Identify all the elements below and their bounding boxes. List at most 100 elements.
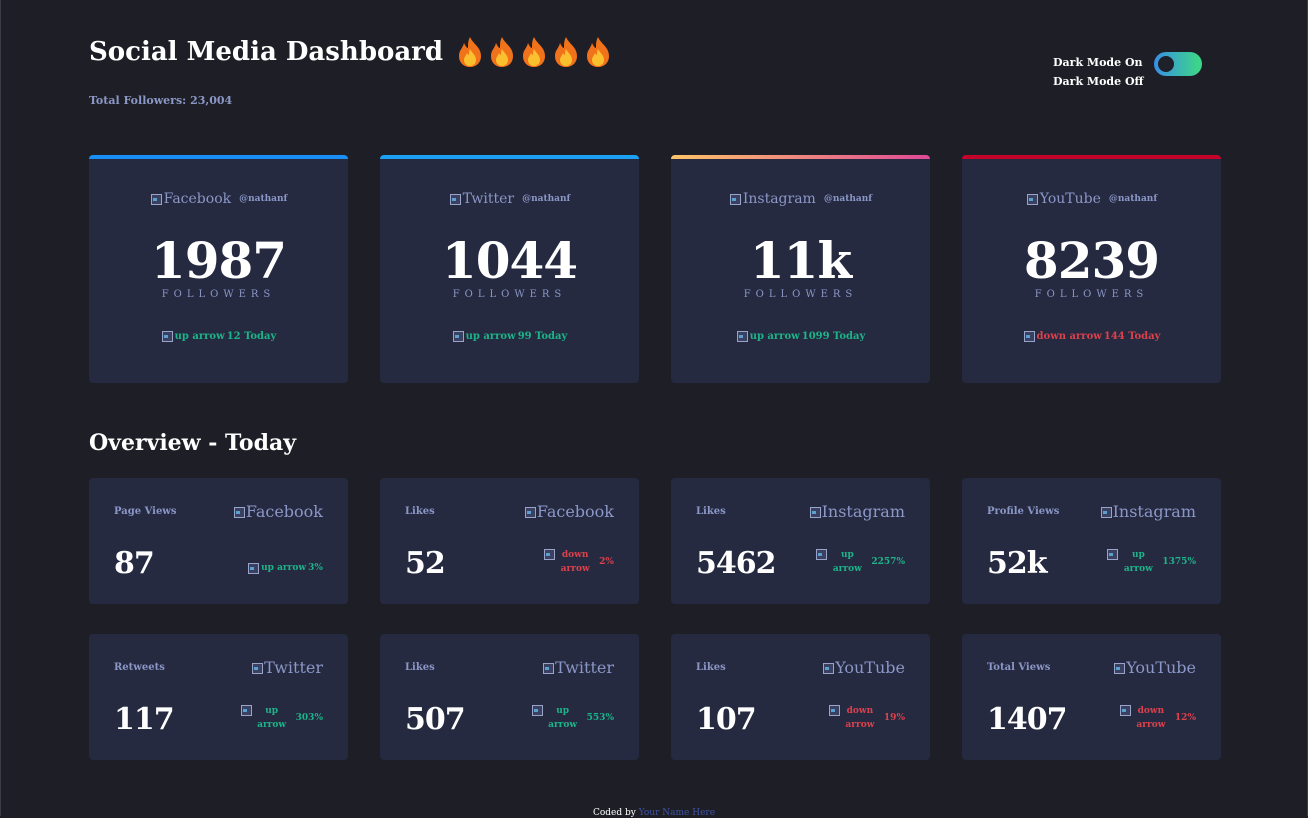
toggle-knob (1157, 56, 1174, 72)
broken-image-icon (233, 506, 245, 518)
arrow-alt-text: up arrow (548, 706, 578, 730)
follower-card-facebook[interactable]: Facebook @nathanf 1987 FOLLOWERS up arro… (89, 155, 348, 383)
metric-value: 107 (696, 702, 757, 737)
broken-image-icon (809, 506, 821, 518)
metric-label: Total Views (987, 662, 1051, 673)
metric-label: Likes (696, 506, 726, 517)
metric-value: 87 (114, 546, 155, 581)
broken-image-icon (150, 193, 162, 205)
broken-image-icon (524, 506, 536, 518)
card-accent-bar (380, 155, 639, 159)
card-accent-bar (962, 155, 1221, 159)
metric-value: 1407 (987, 702, 1067, 737)
overview-title: Overview - Today (89, 430, 297, 456)
followers-label: FOLLOWERS (452, 289, 567, 300)
metric-value: 117 (114, 702, 175, 737)
metric-label: Retweets (114, 662, 165, 673)
broken-image-icon (1100, 506, 1112, 518)
facebook-icon: Facebook (150, 191, 231, 207)
twitter-icon: Twitter (542, 658, 614, 677)
followers-change: up arrow 99 Today (380, 330, 639, 342)
arrow-up-icon (531, 704, 543, 716)
metric-change: up arrow 2257% (815, 548, 905, 576)
arrow-down-icon (543, 548, 556, 560)
youtube-icon: YouTube (1026, 191, 1101, 207)
metric-value: 5462 (696, 546, 776, 581)
dark-mode-toggle[interactable] (1153, 52, 1202, 76)
arrow-down-icon (828, 704, 840, 716)
broken-image-icon (251, 662, 264, 674)
card-handle: @nathanf (823, 194, 873, 204)
overview-card-youtube-likes[interactable]: Likes YouTube 107 down arrow 19% (671, 634, 930, 760)
facebook-icon: Facebook (233, 502, 323, 521)
arrow-alt-text: down arrow (1136, 706, 1166, 730)
change-text: 99 Today (517, 330, 568, 342)
card-handle: @nathanf (239, 194, 288, 204)
instagram-icon: Instagram (1100, 502, 1196, 521)
instagram-icon: Instagram (729, 191, 816, 207)
arrow-up-icon (240, 704, 252, 716)
card-header: YouTube @nathanf (962, 191, 1221, 207)
follower-card-instagram[interactable]: Instagram @nathanf 11k FOLLOWERS up arro… (671, 155, 930, 383)
change-text: 12 Today (226, 330, 277, 342)
footer: Coded by Your Name Here (1, 808, 1307, 818)
card-accent-bar (671, 155, 930, 159)
arrow-alt-text: up arrow (832, 550, 862, 574)
arrow-alt-text: down arrow (845, 706, 875, 730)
card-handle: @nathanf (522, 194, 571, 204)
change-text: 144 Today (1103, 330, 1161, 342)
change-percent: 19% (883, 713, 905, 723)
page-title-row: Social Media Dashboard (89, 36, 613, 68)
change-percent: 12% (1174, 713, 1196, 723)
arrow-up-icon (161, 330, 173, 342)
change-percent: 1375% (1162, 557, 1196, 567)
metric-value: 52k (987, 546, 1048, 581)
dark-mode-toggle-group: Dark Mode On Dark Mode Off (1053, 52, 1202, 88)
fire-icon (523, 37, 546, 67)
metric-change: down arrow 19% (828, 704, 905, 732)
followers-label: FOLLOWERS (161, 289, 276, 300)
broken-image-icon (449, 193, 461, 205)
arrow-up-icon (452, 330, 464, 342)
followers-count: 11k (749, 231, 852, 290)
followers-label: FOLLOWERS (1034, 289, 1149, 300)
arrow-alt-text: up arrow (257, 706, 287, 730)
broken-image-icon (1026, 193, 1038, 205)
overview-card-instagram-likes[interactable]: Likes Instagram 5462 up arrow 2257% (671, 478, 930, 604)
overview-card-facebook-likes[interactable]: Likes Facebook 52 down arrow 2% (380, 478, 639, 604)
broken-image-icon (1113, 662, 1126, 674)
metric-label: Likes (405, 662, 435, 673)
arrow-down-icon (1119, 704, 1131, 716)
metric-change: down arrow 2% (543, 548, 614, 576)
change-percent: 2257% (871, 557, 905, 567)
follower-card-twitter[interactable]: Twitter @nathanf 1044 FOLLOWERS up arrow… (380, 155, 639, 383)
fire-icon (491, 37, 514, 67)
follower-card-youtube[interactable]: YouTube @nathanf 8239 FOLLOWERS down arr… (962, 155, 1221, 383)
footer-author-link[interactable]: Your Name Here (639, 808, 715, 818)
fire-icon (459, 37, 482, 67)
card-accent-bar (89, 155, 348, 159)
metric-label: Likes (696, 662, 726, 673)
fire-icon (587, 37, 610, 67)
metric-label: Likes (405, 506, 435, 517)
flame-icons (455, 36, 613, 68)
arrow-alt-text: up arrow (749, 330, 800, 342)
followers-count: 8239 (1023, 231, 1160, 290)
twitter-icon: Twitter (251, 658, 323, 677)
dark-mode-off-label: Dark Mode Off (1053, 75, 1144, 88)
footer-prefix: Coded by (592, 808, 636, 818)
broken-image-icon (542, 662, 555, 674)
followers-change: up arrow 1099 Today (671, 330, 930, 342)
fire-icon (555, 37, 578, 67)
overview-card-facebook-page-views[interactable]: Page Views Facebook 87 up arrow 3% (89, 478, 348, 604)
followers-count: 1044 (441, 231, 578, 290)
overview-card-youtube-total-views[interactable]: Total Views YouTube 1407 down arrow 12% (962, 634, 1221, 760)
facebook-icon: Facebook (524, 502, 614, 521)
followers-label: FOLLOWERS (743, 289, 858, 300)
arrow-alt-text: up arrow (1123, 550, 1153, 574)
metric-change: up arrow 553% (531, 704, 614, 732)
overview-card-instagram-profile-views[interactable]: Profile Views Instagram 52k up arrow 137… (962, 478, 1221, 604)
overview-card-twitter-retweets[interactable]: Retweets Twitter 117 up arrow 303% (89, 634, 348, 760)
change-percent: 2% (599, 557, 614, 567)
overview-card-twitter-likes[interactable]: Likes Twitter 507 up arrow 553% (380, 634, 639, 760)
